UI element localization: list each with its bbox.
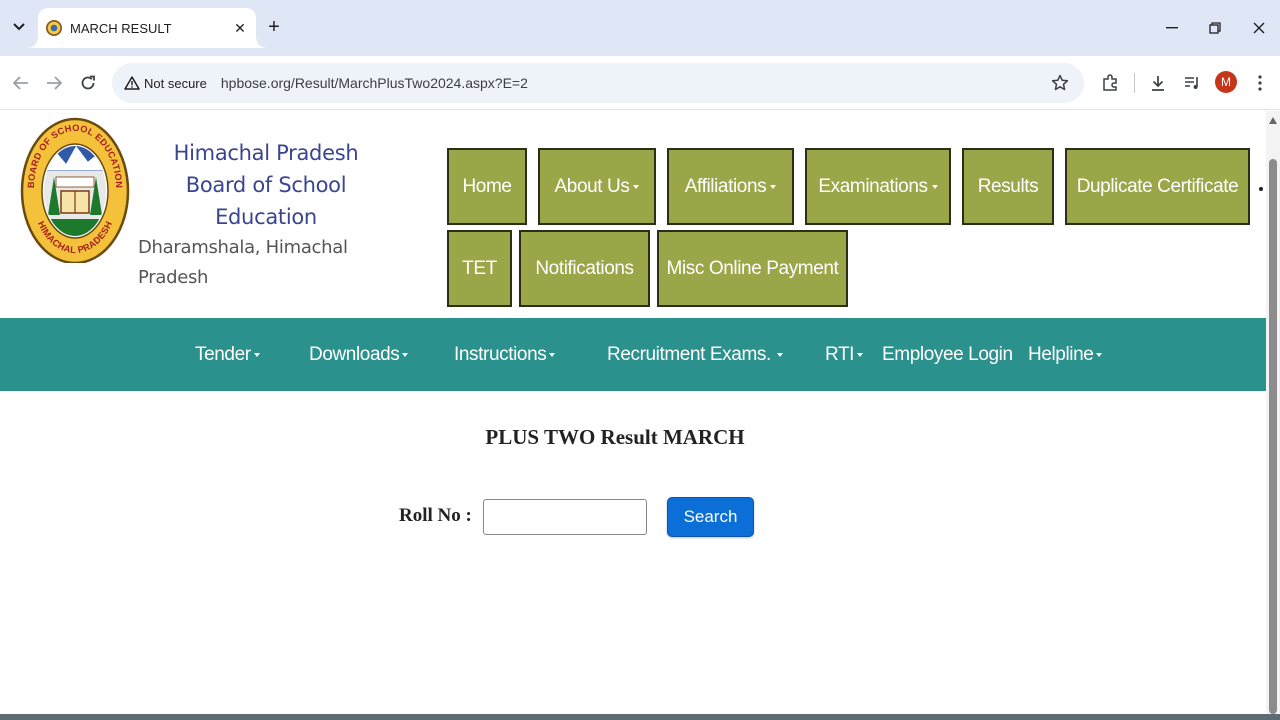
browser-toolbar: Not secure hpbose.org/Result/MarchPlusTw… bbox=[0, 56, 1280, 110]
download-icon[interactable] bbox=[1144, 69, 1172, 97]
nav-recruitment-label: Recruitment Exams. bbox=[607, 343, 771, 365]
nav-tet-label: TET bbox=[462, 257, 497, 279]
brand-line-1: Himachal Pradesh bbox=[173, 141, 359, 165]
nav-examinations-button[interactable]: Examinations bbox=[805, 148, 951, 225]
nav-tet-button[interactable]: TET bbox=[447, 230, 512, 307]
dropdown-caret-icon bbox=[253, 352, 260, 357]
roll-no-input[interactable] bbox=[483, 499, 647, 535]
reading-list-icon[interactable] bbox=[1178, 69, 1206, 97]
not-secure-label: Not secure bbox=[144, 75, 207, 91]
taskbar-edge bbox=[0, 714, 1280, 720]
nav-rti-label: RTI bbox=[825, 343, 855, 365]
board-logo: BOARD OF SCHOOL EDUCATION HIMACHAL PRADE… bbox=[20, 117, 130, 263]
main-nav-bar: Tender Downloads Instructions Recruitmen… bbox=[0, 318, 1266, 391]
roll-no-label: Roll No : bbox=[399, 505, 472, 526]
nav-downloads-label: Downloads bbox=[309, 343, 400, 365]
nav-downloads[interactable]: Downloads bbox=[309, 318, 409, 391]
page-scrollbar[interactable] bbox=[1266, 111, 1280, 714]
nav-rti[interactable]: RTI bbox=[825, 318, 864, 391]
dropdown-caret-icon bbox=[770, 184, 777, 189]
nav-results-button[interactable]: Results bbox=[962, 148, 1054, 225]
new-tab-icon[interactable]: + bbox=[262, 15, 286, 39]
nav-instructions-label: Instructions bbox=[454, 343, 547, 365]
toolbar-divider bbox=[1134, 73, 1135, 93]
nav-examinations-label: Examinations bbox=[818, 175, 928, 197]
url-text[interactable]: hpbose.org/Result/MarchPlusTwo2024.aspx?… bbox=[221, 75, 528, 91]
dropdown-caret-icon bbox=[857, 352, 864, 357]
site-favicon-icon bbox=[46, 20, 62, 36]
brand-line-3: Dharamshala, Himachal Pradesh bbox=[138, 237, 348, 288]
nav-notifications-button[interactable]: Notifications bbox=[519, 230, 650, 307]
nav-home-label: Home bbox=[462, 175, 512, 197]
browser-tab[interactable]: MARCH RESULT ✕ bbox=[28, 8, 266, 48]
nav-employee-login-label: Employee Login bbox=[882, 343, 1013, 365]
site-security-chip[interactable]: Not secure bbox=[122, 68, 215, 98]
nav-recruitment-exams[interactable]: Recruitment Exams. bbox=[607, 318, 783, 391]
nav-misc-payment-label: Misc Online Payment bbox=[666, 257, 839, 279]
warning-icon bbox=[124, 76, 140, 90]
address-bar[interactable]: Not secure hpbose.org/Result/MarchPlusTw… bbox=[112, 63, 1084, 103]
board-name: Himachal Pradesh Board of School Educati… bbox=[138, 137, 408, 293]
back-icon[interactable] bbox=[7, 69, 35, 97]
nav-home-button[interactable]: Home bbox=[447, 148, 527, 225]
nav-helpline[interactable]: Helpline bbox=[1028, 318, 1103, 391]
reload-icon[interactable] bbox=[74, 69, 102, 97]
nav-helpline-label: Helpline bbox=[1028, 343, 1094, 365]
nav-duplicate-certificate-button[interactable]: Duplicate Certificate bbox=[1065, 148, 1250, 225]
close-tab-icon[interactable]: ✕ bbox=[228, 16, 252, 40]
dropdown-caret-icon bbox=[402, 352, 409, 357]
nav-affiliations-label: Affiliations bbox=[684, 175, 767, 197]
page-title: PLUS TWO Result MARCH bbox=[485, 425, 745, 449]
brand-line-2: Board of School Education bbox=[185, 173, 347, 229]
nav-misc-payment-button[interactable]: Misc Online Payment bbox=[657, 230, 848, 307]
nav-results-label: Results bbox=[977, 175, 1039, 197]
nav-notifications-label: Notifications bbox=[535, 257, 634, 279]
dropdown-caret-icon bbox=[931, 184, 938, 189]
nav-employee-login[interactable]: Employee Login bbox=[882, 318, 1013, 391]
nav-affiliations-button[interactable]: Affiliations bbox=[667, 148, 794, 225]
forward-icon[interactable] bbox=[40, 69, 68, 97]
page-content: BOARD OF SCHOOL EDUCATION HIMACHAL PRADE… bbox=[0, 111, 1266, 714]
search-button[interactable]: Search bbox=[667, 497, 754, 537]
nav-overflow-dot bbox=[1259, 187, 1263, 191]
nav-tender-label: Tender bbox=[195, 343, 251, 365]
close-window-icon[interactable] bbox=[1245, 14, 1273, 42]
tab-strip: MARCH RESULT ✕ + bbox=[0, 0, 1280, 56]
dropdown-caret-icon bbox=[1096, 352, 1103, 357]
scroll-up-arrow-icon[interactable] bbox=[1269, 117, 1277, 124]
profile-avatar[interactable]: M bbox=[1215, 71, 1237, 93]
minimize-icon[interactable] bbox=[1158, 14, 1186, 42]
nav-about-button[interactable]: About Us bbox=[538, 148, 656, 225]
dropdown-caret-icon bbox=[776, 352, 783, 357]
bookmark-star-icon[interactable] bbox=[1048, 71, 1072, 95]
nav-instructions[interactable]: Instructions bbox=[454, 318, 556, 391]
nav-about-label: About Us bbox=[554, 175, 630, 197]
dropdown-caret-icon bbox=[549, 352, 556, 357]
scroll-thumb[interactable] bbox=[1269, 159, 1277, 714]
extensions-icon[interactable] bbox=[1096, 69, 1124, 97]
tab-search-chevron-icon[interactable] bbox=[6, 14, 32, 40]
more-menu-icon[interactable] bbox=[1246, 69, 1274, 97]
nav-duplicate-label: Duplicate Certificate bbox=[1076, 175, 1239, 197]
dropdown-caret-icon bbox=[633, 184, 640, 189]
nav-tender[interactable]: Tender bbox=[195, 318, 260, 391]
restore-icon[interactable] bbox=[1201, 14, 1229, 42]
tab-title: MARCH RESULT bbox=[70, 20, 172, 36]
